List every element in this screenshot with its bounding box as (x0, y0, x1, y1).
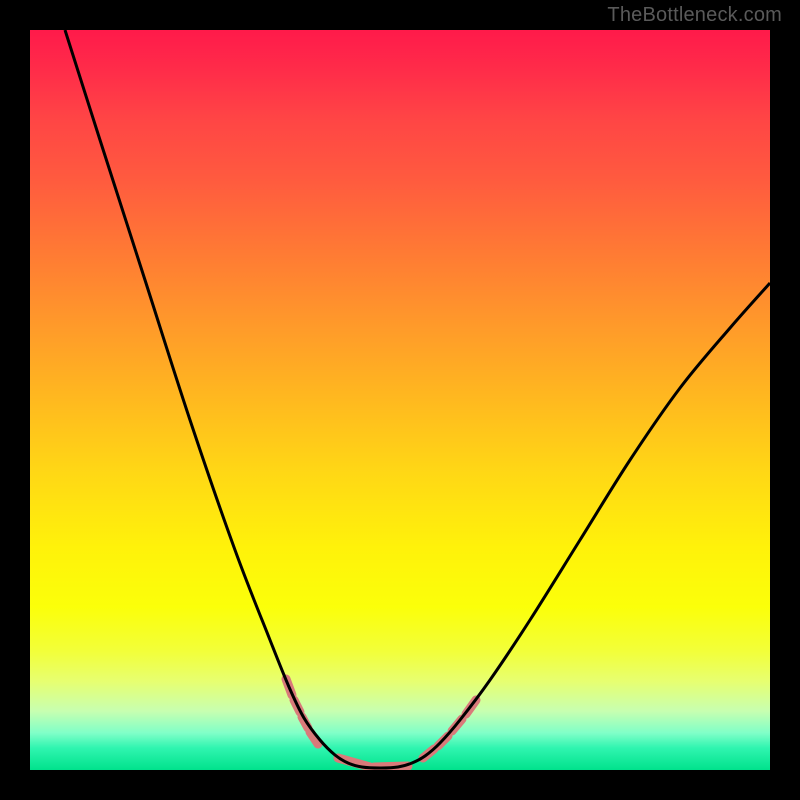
watermark-text: TheBottleneck.com (607, 4, 782, 27)
gradient-plot-area (30, 30, 770, 770)
chart-frame: TheBottleneck.com (0, 0, 800, 800)
